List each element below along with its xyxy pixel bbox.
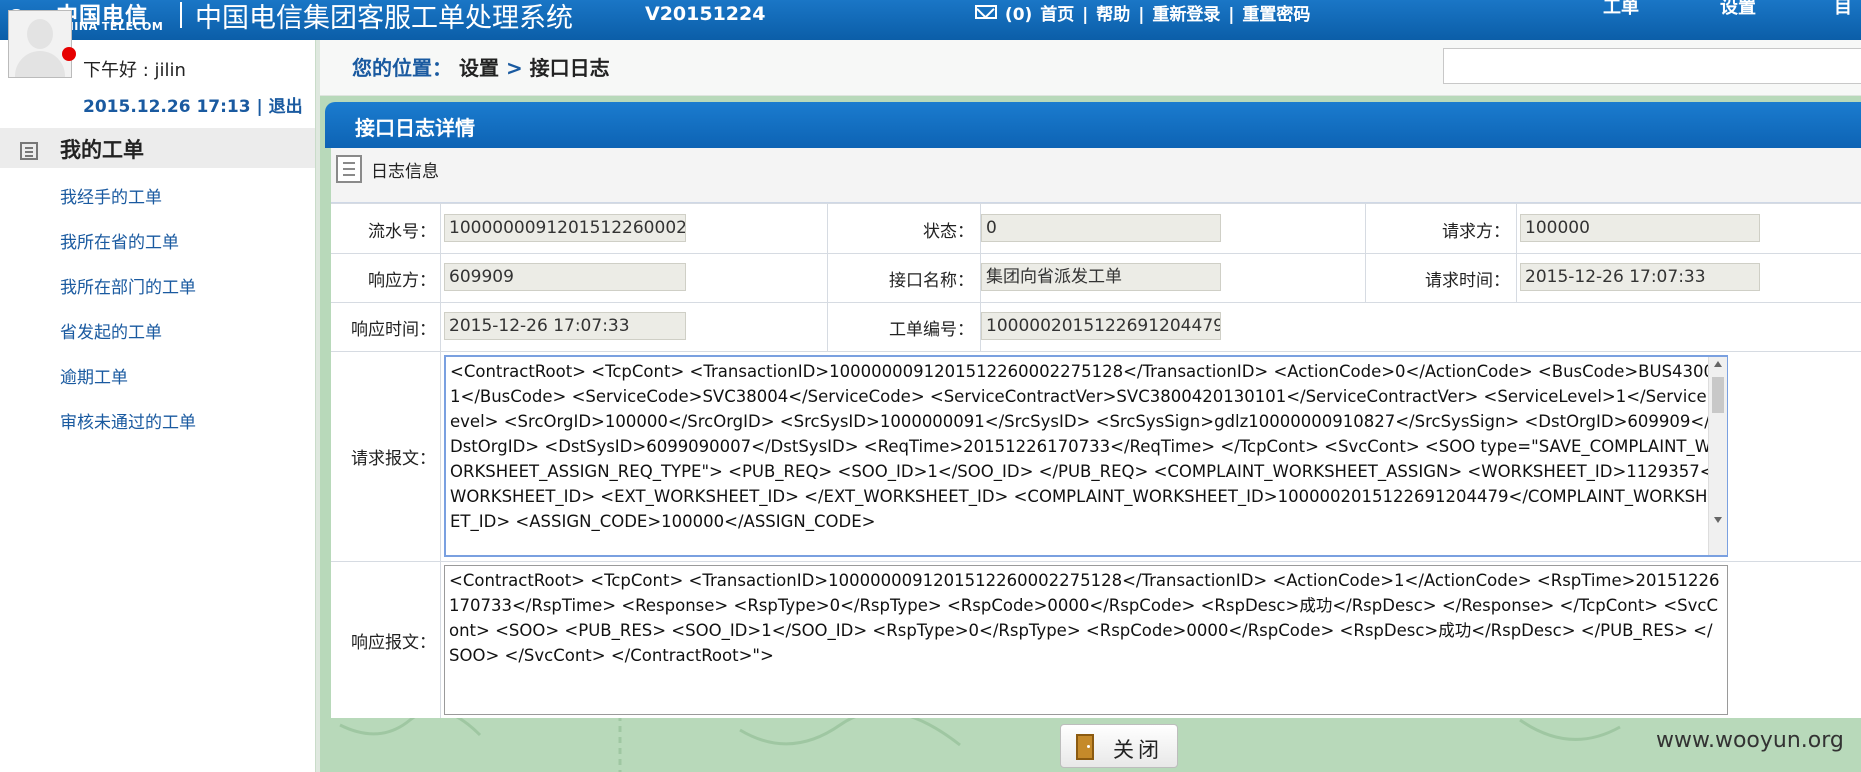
nav-separator: |: [1138, 5, 1145, 25]
sidebar-item-overdue[interactable]: 逾期工单: [60, 363, 128, 388]
request-message-scrollbar[interactable]: [1708, 357, 1727, 555]
serial-label: 流水号：: [368, 222, 436, 242]
watermark: www.wooyun.org: [1656, 728, 1844, 753]
tab-more[interactable]: 目: [1834, 0, 1852, 19]
column-divider: [1365, 203, 1366, 302]
section-title: 日志信息: [371, 162, 439, 182]
breadcrumb-prefix: 您的位置：: [352, 56, 452, 80]
serial-field: 1000000091201512260002275128: [444, 214, 686, 242]
response-time-label: 响应时间：: [351, 320, 436, 340]
user-greeting: 下午好 : jilin: [83, 60, 186, 81]
sidebar-item-province-initiated[interactable]: 省发起的工单: [60, 318, 162, 343]
sidebar-item-province[interactable]: 我所在省的工单: [60, 228, 179, 253]
requester-label: 请求方：: [1442, 222, 1510, 242]
column-divider: [827, 203, 828, 351]
top-header: e 中国电信 CHINA TELECOM 中国电信集团客服工单处理系统 V201…: [0, 0, 1861, 40]
interface-name-field: 集团向省派发工单: [981, 263, 1221, 291]
nav-relogin-link[interactable]: 重新登录: [1152, 5, 1220, 25]
sidebar-item-rejected[interactable]: 审核未通过的工单: [60, 408, 196, 433]
search-input[interactable]: [1443, 48, 1861, 84]
status-label: 状态：: [923, 222, 974, 242]
status-field: 0: [981, 214, 1221, 242]
sidebar-item-handled[interactable]: 我经手的工单: [60, 183, 162, 208]
close-button[interactable]: 关闭: [1060, 724, 1178, 768]
ticket-number-label: 工单编号：: [889, 320, 974, 340]
breadcrumb-arrow: >: [505, 56, 523, 80]
scroll-down-icon[interactable]: [1714, 517, 1722, 523]
system-version: V20151224: [645, 3, 766, 25]
request-time-field: 2015-12-26 17:07:33: [1520, 263, 1760, 291]
nav-home-link[interactable]: 首页: [1040, 5, 1074, 25]
row-divider: [331, 203, 1861, 204]
row-divider: [331, 253, 1861, 254]
row-divider: [331, 302, 1861, 303]
logo-divider: [180, 2, 182, 28]
menu-header: [0, 128, 315, 168]
request-message-label: 请求报文：: [351, 449, 436, 469]
responder-label: 响应方：: [368, 271, 436, 291]
notification-dot: [62, 47, 76, 61]
scroll-thumb[interactable]: [1712, 377, 1724, 413]
scroll-up-icon[interactable]: [1714, 361, 1722, 367]
responder-field: 609909: [444, 263, 686, 291]
close-button-label: 关闭: [1113, 738, 1163, 762]
list-icon: [20, 142, 38, 160]
login-info: 2015.12.26 17:13 | 退出: [83, 92, 303, 117]
tab-worksheet[interactable]: 工单: [1603, 0, 1639, 19]
sidebar-item-department[interactable]: 我所在部门的工单: [60, 273, 196, 298]
ticket-number-field: 1000002015122691204479: [981, 312, 1221, 340]
mail-count[interactable]: (0): [1005, 5, 1032, 25]
breadcrumb-settings[interactable]: 设置: [459, 56, 499, 80]
requester-field: 100000: [1520, 214, 1760, 242]
nav-reset-password-link[interactable]: 重置密码: [1242, 5, 1310, 25]
breadcrumb: 您的位置： 设置 > 接口日志: [352, 52, 610, 81]
menu-title[interactable]: 我的工单: [60, 134, 144, 164]
panel-header: [325, 102, 1861, 148]
panel-title: 接口日志详情: [355, 116, 475, 140]
login-time: 2015.12.26 17:13: [83, 97, 251, 117]
tab-settings[interactable]: 设置: [1720, 0, 1756, 19]
response-message-label: 响应报文：: [351, 633, 436, 653]
column-divider: [1516, 203, 1517, 302]
logo-english-text: CHINA TELECOM: [56, 20, 164, 33]
mail-icon[interactable]: [975, 5, 997, 19]
row-divider: [331, 561, 1861, 562]
logout-link[interactable]: 退出: [269, 97, 303, 117]
top-nav: (0) 首页 | 帮助 | 重新登录 | 重置密码: [975, 0, 1312, 25]
avatar-icon: [8, 10, 72, 78]
login-separator: |: [256, 97, 263, 117]
system-title: 中国电信集团客服工单处理系统: [195, 3, 573, 34]
request-message-textarea[interactable]: <ContractRoot> <TcpCont> <TransactionID>…: [444, 355, 1728, 557]
breadcrumb-interface-log: 接口日志: [529, 56, 610, 80]
nav-help-link[interactable]: 帮助: [1096, 5, 1130, 25]
interface-name-label: 接口名称：: [889, 271, 974, 291]
document-icon: [336, 155, 362, 183]
nav-separator: |: [1082, 5, 1089, 25]
row-divider: [331, 351, 1861, 352]
response-time-field: 2015-12-26 17:07:33: [444, 312, 686, 340]
column-divider: [440, 203, 441, 718]
section-header: [331, 148, 1861, 203]
door-icon: [1076, 734, 1094, 760]
response-message-textarea[interactable]: <ContractRoot> <TcpCont> <TransactionID>…: [444, 565, 1728, 715]
request-time-label: 请求时间：: [1425, 271, 1510, 291]
nav-separator: |: [1228, 5, 1235, 25]
